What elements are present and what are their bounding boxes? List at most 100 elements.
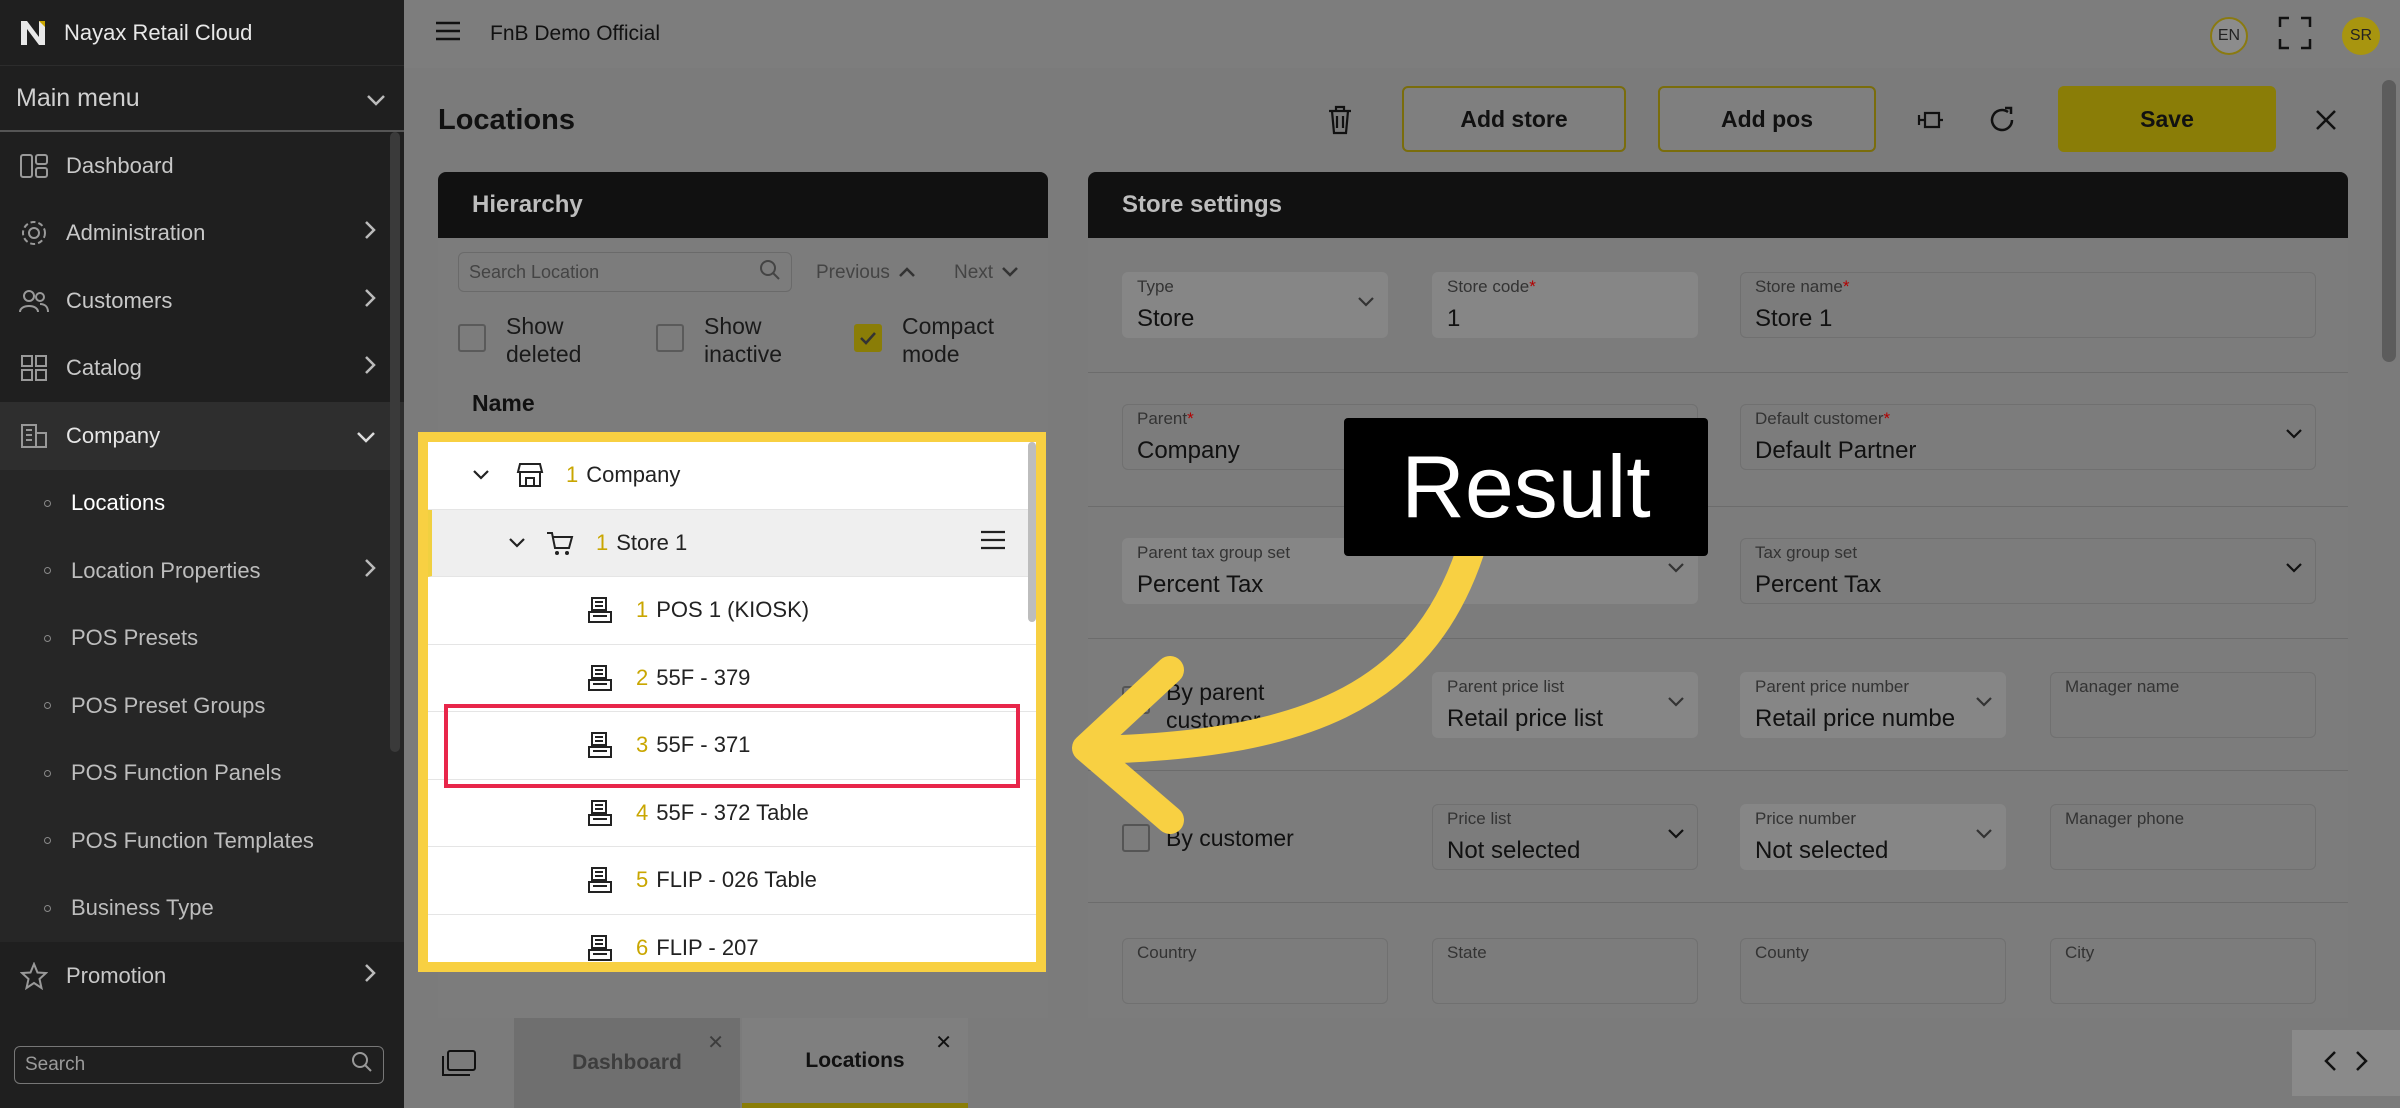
language-switcher[interactable]: EN xyxy=(2210,17,2248,55)
sidebar-search-input[interactable]: Search xyxy=(14,1046,384,1084)
compact-mode-checkbox[interactable]: Compact mode xyxy=(854,312,1028,368)
chevron-down-icon xyxy=(1975,827,1993,845)
field-label-text: Store name xyxy=(1755,277,1843,296)
row-menu-icon[interactable] xyxy=(980,530,1006,556)
hierarchy-tree: 1 Company 1 Store 1 1 POS 1 (KIOSK) 2 55… xyxy=(418,432,1046,972)
county-field[interactable]: County xyxy=(1740,938,2006,1004)
price-list-select[interactable]: Price list Not selected xyxy=(1432,804,1698,870)
show-inactive-checkbox[interactable]: Show inactive xyxy=(656,312,830,368)
chevron-down-icon[interactable] xyxy=(466,469,496,481)
tree-row-number: 1 xyxy=(566,462,579,488)
tree-row-label: POS 1 (KIOSK) xyxy=(656,597,810,623)
sidebar-item-pos-function-panels[interactable]: POS Function Panels xyxy=(0,739,404,807)
cart-icon xyxy=(542,530,578,556)
by-customer-checkbox[interactable]: By customer xyxy=(1122,824,1294,852)
default-customer-select[interactable]: Default customer* Default Partner xyxy=(1740,404,2316,470)
pin-icon[interactable] xyxy=(1914,104,1946,136)
add-store-button[interactable]: Add store xyxy=(1402,86,1626,152)
sidebar-item-catalog[interactable]: Catalog xyxy=(0,335,404,403)
tree-row-pos[interactable]: 4 55F - 372 Table xyxy=(428,780,1036,847)
hamburger-menu-icon[interactable] xyxy=(434,20,462,48)
main-menu-toggle[interactable]: Main menu xyxy=(0,66,404,132)
field-label: Price list xyxy=(1447,809,1512,828)
field-label-text: Store code xyxy=(1447,277,1530,296)
dashboard-icon xyxy=(18,150,50,182)
tree-row-pos[interactable]: 1 POS 1 (KIOSK) xyxy=(428,577,1036,645)
tree-row-label: Store 1 xyxy=(616,529,688,555)
manager-name-field[interactable]: Manager name xyxy=(2050,672,2316,738)
divider xyxy=(1088,372,2348,373)
parent-price-list-field: Parent price list Retail price list xyxy=(1432,672,1698,738)
tree-row-pos[interactable]: 6 FLIP - 207 xyxy=(428,915,1036,963)
bullet-icon xyxy=(44,769,51,777)
tree-row-store-1[interactable]: 1 Store 1 xyxy=(428,509,1036,577)
main-scrollbar[interactable] xyxy=(2382,80,2396,362)
sidebar-item-pos-preset-groups[interactable]: POS Preset Groups xyxy=(0,672,404,740)
state-field[interactable]: State xyxy=(1432,938,1698,1004)
sidebar-item-company[interactable]: Company xyxy=(0,402,404,470)
refresh-icon[interactable] xyxy=(1986,104,2018,136)
trash-icon[interactable] xyxy=(1324,104,1356,136)
sidebar-scrollbar[interactable] xyxy=(390,132,400,752)
pos-icon xyxy=(582,799,618,826)
sidebar-item-locations[interactable]: Locations xyxy=(0,469,404,537)
sidebar-item-business-type[interactable]: Business Type xyxy=(0,874,404,942)
country-field[interactable]: Country xyxy=(1122,938,1388,1004)
close-icon[interactable] xyxy=(2310,104,2342,136)
manager-phone-field[interactable]: Manager phone xyxy=(2050,804,2316,870)
close-icon[interactable]: ✕ xyxy=(707,1030,724,1055)
gear-icon xyxy=(18,217,50,249)
fullscreen-icon[interactable] xyxy=(2278,16,2312,56)
field-label: Parent price list xyxy=(1447,677,1565,696)
windows-icon[interactable] xyxy=(442,1050,476,1081)
tax-group-set-select[interactable]: Tax group set Percent Tax xyxy=(1740,538,2316,604)
checkmark-icon xyxy=(854,324,882,352)
add-pos-button[interactable]: Add pos xyxy=(1658,86,1876,152)
parent-price-number-field: Parent price number Retail price numbe xyxy=(1740,672,2006,738)
sidebar-item-administration[interactable]: Administration xyxy=(0,200,404,268)
pos-icon xyxy=(582,934,618,961)
checkbox-label: Show deleted xyxy=(506,313,582,367)
brand-header[interactable]: Nayax Retail Cloud xyxy=(0,0,404,66)
tree-row-pos[interactable]: 5 FLIP - 026 Table xyxy=(428,847,1036,915)
chevron-down-icon[interactable] xyxy=(502,537,532,549)
bullet-icon xyxy=(44,634,51,642)
field-label: Manager name xyxy=(2065,677,2180,696)
by-parent-customer-checkbox[interactable]: By parent customer xyxy=(1122,678,1412,734)
tree-row-pos[interactable]: 2 55F - 379 xyxy=(428,645,1036,712)
tree-row-company[interactable]: 1 Company xyxy=(428,442,1036,510)
sidebar-item-label: Company xyxy=(66,422,161,448)
tree-scrollbar[interactable] xyxy=(1028,442,1036,622)
hierarchy-title: Hierarchy xyxy=(472,191,583,218)
store-name-field[interactable]: Store name* Store 1 xyxy=(1740,272,2316,338)
user-avatar[interactable]: SR xyxy=(2342,17,2380,55)
hierarchy-header: Hierarchy xyxy=(438,172,1048,238)
tab-locations[interactable]: Locations ✕ xyxy=(742,1018,968,1108)
chevron-left-icon[interactable] xyxy=(2323,1048,2337,1079)
tree-row-number: 5 xyxy=(636,867,649,893)
sidebar-item-promotion[interactable]: Promotion xyxy=(0,942,404,1010)
store-code-field: Store code* 1 xyxy=(1432,272,1698,338)
sidebar-item-customers[interactable]: Customers xyxy=(0,267,404,335)
show-deleted-checkbox[interactable]: Show deleted xyxy=(458,312,632,368)
next-button[interactable]: Next xyxy=(954,262,1019,284)
sidebar-item-pos-presets[interactable]: POS Presets xyxy=(0,604,404,672)
tab-dashboard[interactable]: Dashboard ✕ xyxy=(514,1018,740,1108)
chevron-down-icon xyxy=(2285,561,2303,579)
close-icon[interactable]: ✕ xyxy=(935,1030,952,1055)
city-field[interactable]: City xyxy=(2050,938,2316,1004)
sidebar-item-label: POS Function Panels xyxy=(71,760,282,786)
checkbox-box xyxy=(1122,686,1150,714)
callout-text: Result xyxy=(1401,437,1651,536)
sidebar-item-dashboard[interactable]: Dashboard xyxy=(0,132,404,200)
top-bar-actions: EN SR xyxy=(2210,16,2380,56)
sidebar-item-pos-function-templates[interactable]: POS Function Templates xyxy=(0,807,404,875)
sidebar-item-location-properties[interactable]: Location Properties xyxy=(0,537,404,605)
divider xyxy=(1088,638,2348,639)
chevron-right-icon[interactable] xyxy=(2355,1048,2369,1079)
location-search-input[interactable]: Search Location xyxy=(458,252,792,292)
pos-icon xyxy=(582,664,618,691)
save-button[interactable]: Save xyxy=(2058,86,2276,152)
store-settings-title: Store settings xyxy=(1122,191,1283,218)
previous-button[interactable]: Previous xyxy=(816,262,916,284)
